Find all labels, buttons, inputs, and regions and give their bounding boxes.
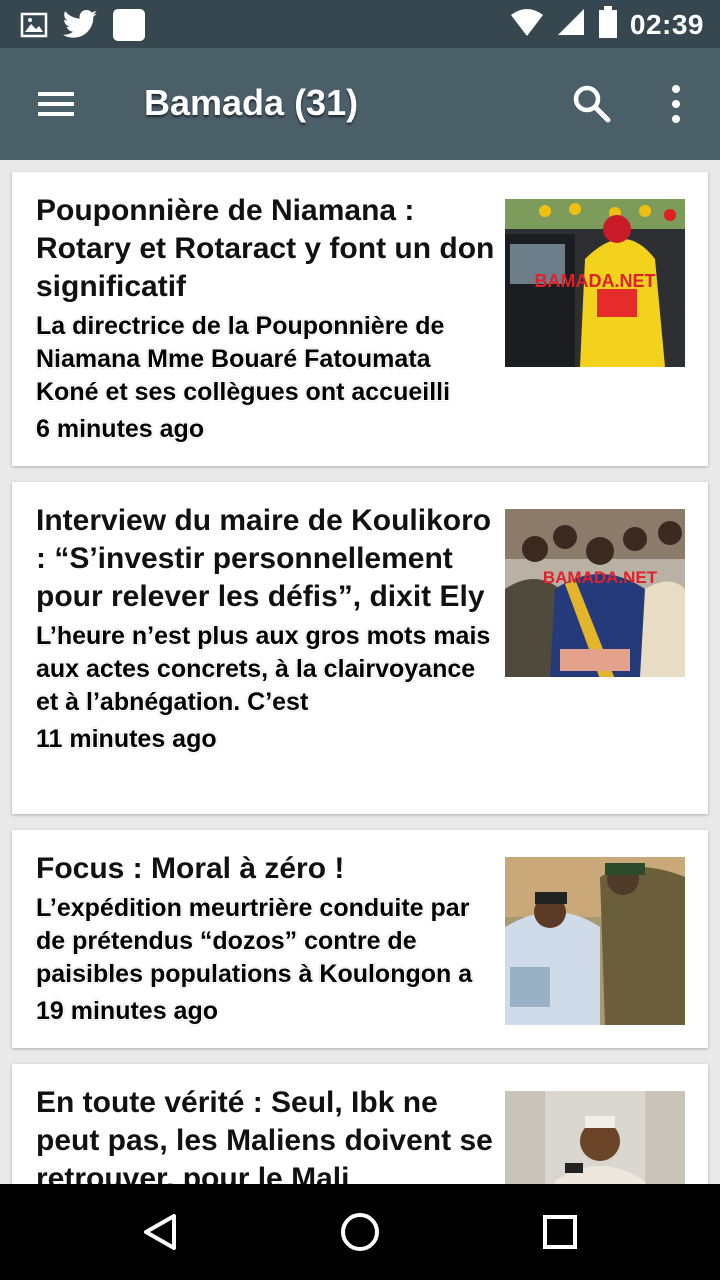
app-bar: Bamada (31) (0, 48, 720, 160)
menu-icon[interactable] (30, 82, 82, 126)
article-text: Interview du maire de Koulikoro : “S’inv… (36, 502, 498, 754)
article-timestamp: 6 minutes ago (36, 415, 205, 443)
article-headline: Interview du maire de Koulikoro : “S’inv… (36, 504, 492, 613)
back-icon[interactable] (132, 1204, 188, 1260)
article-text: En toute vérité : Seul, Ibk ne peut pas,… (36, 1084, 498, 1184)
thumbnail-watermark: BAMADA.NET (535, 271, 656, 291)
app-title: Bamada (31) (144, 82, 359, 123)
status-clock: 02:39 (629, 8, 704, 40)
twitter-icon (62, 10, 98, 45)
status-bar: 02:39 (0, 0, 720, 48)
article-card[interactable]: Pouponnière de Niamana : Rotary et Rotar… (12, 172, 708, 466)
article-thumbnail (505, 857, 685, 1025)
article-excerpt: L’expédition meurtrière conduite par de … (36, 894, 473, 988)
article-timestamp: 11 minutes ago (36, 725, 217, 753)
app-square-icon (112, 8, 146, 47)
signal-icon (556, 7, 586, 42)
article-card[interactable]: En toute vérité : Seul, Ibk ne peut pas,… (12, 1064, 708, 1184)
article-card[interactable]: Focus : Moral à zéro ! L’expédition meur… (12, 830, 708, 1048)
article-headline: En toute vérité : Seul, Ibk ne peut pas,… (36, 1086, 493, 1184)
article-headline: Focus : Moral à zéro ! (36, 852, 345, 885)
article-card[interactable]: Interview du maire de Koulikoro : “S’inv… (12, 482, 708, 814)
article-thumbnail (505, 1091, 685, 1184)
article-headline: Pouponnière de Niamana : Rotary et Rotar… (36, 194, 495, 303)
article-text: Focus : Moral à zéro ! L’expédition meur… (36, 850, 498, 1026)
battery-icon (598, 6, 618, 43)
article-excerpt: L’heure n’est plus aux gros mots mais au… (36, 622, 491, 716)
article-thumbnail: BAMADA.NET (505, 509, 685, 677)
article-thumbnail: BAMADA.NET (505, 199, 685, 367)
article-text: Pouponnière de Niamana : Rotary et Rotar… (36, 192, 498, 444)
article-excerpt: La directrice de la Pouponnière de Niama… (36, 312, 451, 406)
navigation-bar (0, 1184, 720, 1280)
search-icon[interactable] (568, 80, 616, 128)
overflow-menu-icon[interactable] (660, 80, 692, 128)
home-icon[interactable] (332, 1204, 388, 1260)
thumbnail-watermark: BAMADA.NET (543, 568, 658, 587)
image-icon (20, 11, 48, 44)
article-list: Pouponnière de Niamana : Rotary et Rotar… (0, 160, 720, 1184)
wifi-icon (510, 7, 544, 42)
article-timestamp: 19 minutes ago (36, 997, 218, 1025)
recents-icon[interactable] (532, 1204, 588, 1260)
